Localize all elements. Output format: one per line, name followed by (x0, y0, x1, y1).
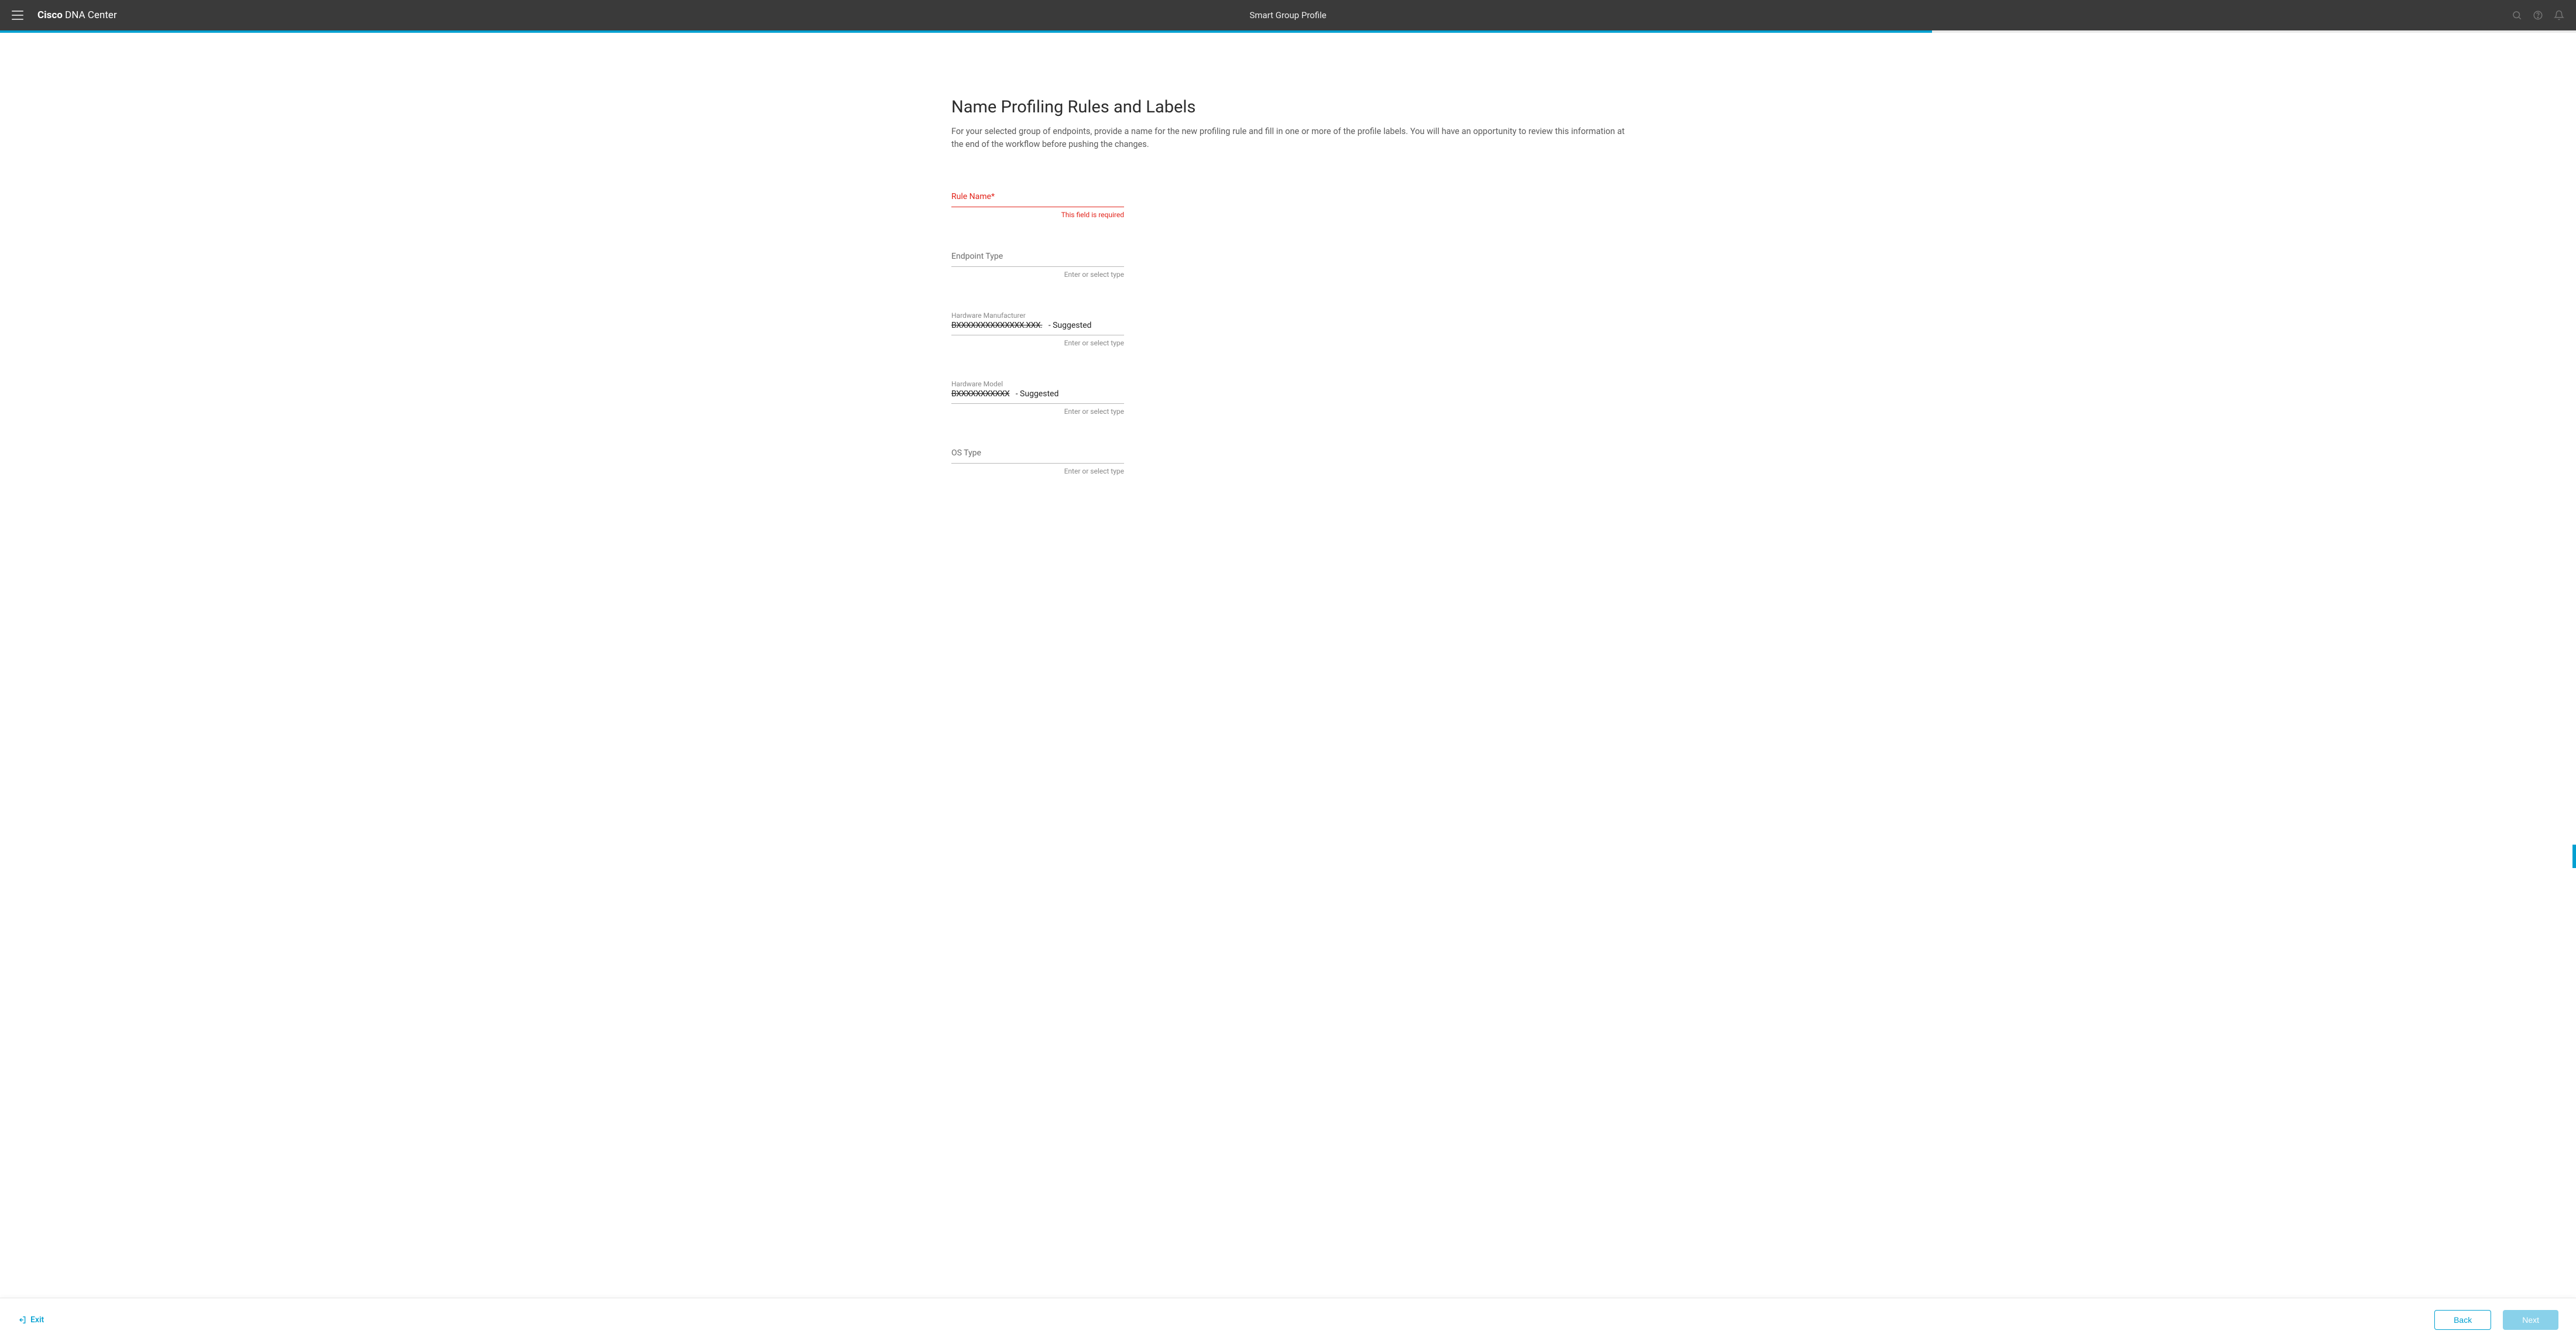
page-context-title: Smart Group Profile (1249, 10, 1326, 20)
endpoint-type-label: Endpoint Type (951, 252, 1124, 261)
footer-buttons: Back Next (2434, 1310, 2558, 1330)
hardware-manufacturer-label: Hardware Manufacturer (951, 311, 1124, 320)
os-type-input[interactable] (951, 458, 1124, 464)
app-header: Cisco DNA Center Smart Group Profile (0, 0, 2576, 30)
exit-label: Exit (30, 1315, 44, 1325)
back-button[interactable]: Back (2434, 1310, 2491, 1330)
next-button[interactable]: Next (2503, 1310, 2558, 1330)
page-description: For your selected group of endpoints, pr… (951, 125, 1625, 151)
hardware-model-helper: Enter or select type (951, 407, 1124, 416)
os-type-helper: Enter or select type (951, 467, 1124, 475)
hardware-model-input[interactable]: BXXXXXXXXXXX - Suggested (951, 389, 1124, 404)
exit-button[interactable]: Exit (18, 1315, 44, 1325)
rule-name-error: This field is required (951, 211, 1124, 219)
endpoint-type-helper: Enter or select type (951, 270, 1124, 279)
hardware-model-suggested: - Suggested (1013, 389, 1059, 399)
hardware-manufacturer-input[interactable]: BXXXXXXXXXXXXXX.XXX. - Suggested (951, 321, 1124, 335)
field-hardware-manufacturer: Hardware Manufacturer BXXXXXXXXXXXXXX.XX… (951, 311, 1124, 347)
page-title: Name Profiling Rules and Labels (951, 97, 1625, 117)
rule-name-input[interactable] (951, 201, 1124, 207)
notification-bell-icon[interactable] (2554, 10, 2564, 20)
hardware-model-value: BXXXXXXXXXXX (951, 389, 1009, 399)
search-icon[interactable] (2512, 10, 2522, 20)
brand-label: Cisco DNA Center (37, 9, 117, 21)
hardware-model-label: Hardware Model (951, 380, 1124, 388)
os-type-label: OS Type (951, 448, 1124, 458)
hamburger-menu-icon[interactable] (12, 11, 23, 20)
header-icons (2512, 10, 2564, 20)
brand-bold: Cisco (37, 9, 63, 21)
help-icon[interactable] (2533, 10, 2543, 20)
field-endpoint-type: Endpoint Type Enter or select type (951, 252, 1124, 279)
exit-icon (18, 1315, 27, 1325)
side-scroll-indicator (2572, 845, 2576, 868)
field-hardware-model: Hardware Model BXXXXXXXXXXX - Suggested … (951, 380, 1124, 416)
endpoint-type-input[interactable] (951, 261, 1124, 267)
required-asterisk: * (991, 192, 995, 201)
hardware-manufacturer-value: BXXXXXXXXXXXXXX.XXX. (951, 321, 1042, 330)
hardware-manufacturer-suggested: - Suggested (1046, 321, 1091, 330)
main-content: Name Profiling Rules and Labels For your… (951, 33, 1625, 578)
rule-name-label: Rule Name* (951, 192, 1124, 201)
wizard-footer: Exit Back Next (0, 1298, 2576, 1341)
brand-rest: DNA Center (65, 9, 117, 21)
hardware-manufacturer-helper: Enter or select type (951, 339, 1124, 347)
field-os-type: OS Type Enter or select type (951, 448, 1124, 475)
field-rule-name: Rule Name* This field is required (951, 192, 1124, 219)
